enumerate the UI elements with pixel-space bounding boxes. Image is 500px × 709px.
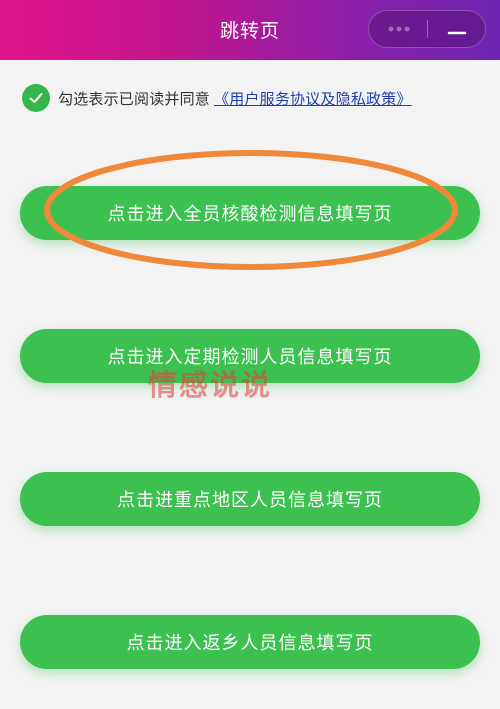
more-dots-icon[interactable] — [381, 11, 417, 47]
agreement-text: 勾选表示已阅读并同意 — [58, 89, 211, 108]
top-bar: 跳转页 — [0, 0, 500, 60]
close-icon[interactable] — [439, 11, 475, 47]
btn-returnee-personnel[interactable]: 点击进入返乡人员信息填写页 — [20, 615, 480, 669]
btn-key-area-personnel[interactable]: 点击进重点地区人员信息填写页 — [20, 472, 480, 526]
btn-regular-test-personnel[interactable]: 点击进入定期检测人员信息填写页 — [20, 329, 480, 383]
agreement-link[interactable]: 《用户服务协议及隐私政策》 — [214, 88, 412, 109]
mini-program-capsule — [368, 10, 486, 48]
capsule-divider — [427, 20, 428, 38]
agree-checkbox[interactable] — [22, 84, 50, 112]
check-icon — [29, 93, 43, 103]
btn-full-nucleic-test[interactable]: 点击进入全员核酸检测信息填写页 — [20, 186, 480, 240]
agreement-row: 勾选表示已阅读并同意 《用户服务协议及隐私政策》 — [22, 83, 412, 113]
